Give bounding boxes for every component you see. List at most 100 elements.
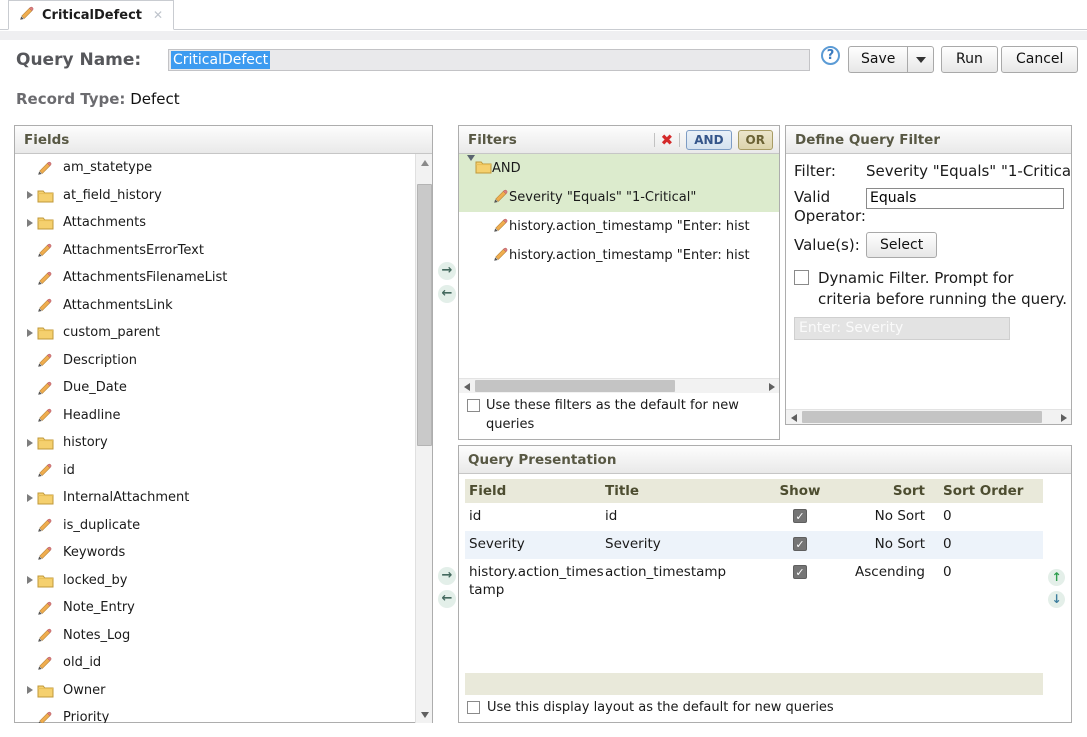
field-label: Headline: [63, 408, 120, 423]
filters-tree-item[interactable]: Severity "Equals" "1-Critical": [459, 183, 779, 212]
cell-field: id: [465, 508, 605, 526]
field-label: Description: [63, 353, 137, 368]
show-checkbox[interactable]: ✓: [793, 565, 807, 579]
fields-tree-item[interactable]: locked_by: [15, 567, 432, 595]
filters-panel: Filters ✖ AND OR ANDSeverity "Equals" "1…: [458, 125, 780, 440]
scrollbar-thumb[interactable]: [802, 411, 1042, 423]
and-button[interactable]: AND: [686, 130, 731, 150]
define-query-filter-panel: Define Query Filter Filter: Severity "Eq…: [785, 125, 1072, 425]
filters-default-checkbox[interactable]: [467, 399, 480, 412]
separator: [654, 133, 655, 147]
scroll-down-icon[interactable]: [416, 706, 432, 723]
add-column-arrow-icon[interactable]: →: [438, 567, 456, 585]
expand-arrow-icon[interactable]: [23, 219, 37, 227]
valid-operator-input[interactable]: [866, 188, 1064, 209]
fields-tree-item[interactable]: Keywords: [15, 539, 432, 567]
fields-tree-item[interactable]: old_id: [15, 649, 432, 677]
layout-default-checkbox[interactable]: [467, 701, 480, 714]
filters-tree-item[interactable]: history.action_timestamp "Enter: hist: [459, 212, 779, 241]
tab-criticaldefect[interactable]: CriticalDefect ✕: [8, 0, 174, 30]
delete-filter-icon[interactable]: ✖: [661, 133, 674, 147]
field-label: Note_Entry: [63, 600, 135, 615]
presentation-table-row[interactable]: SeveritySeverity✓No Sort0: [465, 531, 1043, 559]
scroll-up-icon[interactable]: [416, 154, 432, 171]
fields-scrollbar[interactable]: [415, 154, 432, 723]
scroll-right-icon[interactable]: [764, 379, 779, 394]
define-hscrollbar[interactable]: [786, 409, 1071, 424]
field-label: Notes_Log: [63, 628, 130, 643]
filters-hscrollbar[interactable]: [459, 378, 779, 393]
pencil-icon: [37, 627, 57, 643]
field-label: id: [63, 463, 75, 478]
show-checkbox[interactable]: ✓: [793, 509, 807, 523]
fields-tree-item[interactable]: Notes_Log: [15, 622, 432, 650]
fields-tree-item[interactable]: id: [15, 457, 432, 485]
fields-tree-item[interactable]: history: [15, 429, 432, 457]
pencil-icon: [493, 246, 509, 266]
pencil-icon: [37, 270, 57, 286]
remove-column-arrow-icon[interactable]: ←: [438, 590, 456, 608]
fields-tree-item[interactable]: AttachmentsLink: [15, 292, 432, 320]
scrollbar-thumb[interactable]: [417, 184, 432, 446]
expand-arrow-icon[interactable]: [23, 191, 37, 199]
collapse-arrow-icon[interactable]: [467, 161, 475, 176]
field-label: at_field_history: [63, 188, 162, 203]
fields-tree-item[interactable]: Description: [15, 347, 432, 375]
filter-value: Severity "Equals" "1-Critica: [866, 162, 1071, 181]
fields-tree-item[interactable]: custom_parent: [15, 319, 432, 347]
fields-tree-item[interactable]: Priority: [15, 704, 432, 723]
query-presentation-panel: Query Presentation Field Title Show Sort…: [458, 445, 1072, 723]
fields-tree-item[interactable]: is_duplicate: [15, 512, 432, 540]
presentation-table-row[interactable]: idid✓No Sort0: [465, 503, 1043, 531]
remove-filter-arrow-icon[interactable]: ←: [438, 285, 456, 303]
define-panel-header: Define Query Filter: [786, 126, 1071, 154]
scroll-left-icon[interactable]: [786, 410, 801, 425]
scrollbar-thumb[interactable]: [475, 380, 675, 392]
close-icon[interactable]: ✕: [153, 8, 163, 22]
expand-arrow-icon[interactable]: [23, 439, 37, 447]
field-label: Priority: [63, 710, 109, 723]
fields-tree-item[interactable]: Due_Date: [15, 374, 432, 402]
pencil-icon: [37, 462, 57, 478]
save-dropdown-button[interactable]: [907, 46, 934, 73]
add-filter-arrow-icon[interactable]: →: [438, 262, 456, 280]
fields-tree-item[interactable]: at_field_history: [15, 182, 432, 210]
expand-arrow-icon[interactable]: [23, 686, 37, 694]
fields-tree-item[interactable]: am_statetype: [15, 154, 432, 182]
layout-default-checkbox-label: Use this display layout as the default f…: [487, 700, 834, 715]
fields-tree-item[interactable]: AttachmentsFilenameList: [15, 264, 432, 292]
move-down-icon[interactable]: ↓: [1048, 591, 1065, 608]
fields-tree-item[interactable]: Owner: [15, 677, 432, 705]
save-button[interactable]: Save: [848, 46, 907, 73]
fields-tree-item[interactable]: Attachments: [15, 209, 432, 237]
query-name-input[interactable]: CriticalDefect: [168, 49, 810, 71]
move-up-icon[interactable]: ↑: [1048, 569, 1065, 586]
field-label: custom_parent: [63, 325, 160, 340]
fields-panel-title: Fields: [24, 132, 69, 148]
run-button[interactable]: Run: [941, 46, 998, 73]
filters-tree-item[interactable]: AND: [459, 154, 779, 183]
select-values-button[interactable]: Select: [866, 232, 937, 258]
or-button[interactable]: OR: [738, 130, 773, 150]
fields-tree-item[interactable]: AttachmentsErrorText: [15, 237, 432, 265]
pencil-icon: [37, 160, 57, 176]
expand-arrow-icon[interactable]: [23, 329, 37, 337]
fields-tree-item[interactable]: Headline: [15, 402, 432, 430]
show-checkbox[interactable]: ✓: [793, 537, 807, 551]
fields-tree-item[interactable]: Note_Entry: [15, 594, 432, 622]
separator: [679, 133, 680, 147]
presentation-table-row[interactable]: history.action_timestampaction_timestamp…: [465, 559, 1043, 604]
expand-arrow-icon[interactable]: [23, 494, 37, 502]
scroll-left-icon[interactable]: [459, 379, 474, 394]
cell-field: Severity: [465, 536, 605, 554]
expand-arrow-icon[interactable]: [23, 576, 37, 584]
cancel-button[interactable]: Cancel: [1001, 46, 1078, 73]
fields-tree-item[interactable]: InternalAttachment: [15, 484, 432, 512]
fields-panel-header: Fields: [15, 126, 432, 154]
filters-panel-title: Filters: [468, 132, 517, 148]
filters-tree-item[interactable]: history.action_timestamp "Enter: hist: [459, 241, 779, 270]
help-icon[interactable]: ?: [821, 46, 840, 65]
scroll-right-icon[interactable]: [1056, 410, 1071, 425]
dynamic-filter-checkbox[interactable]: [794, 270, 809, 285]
pencil-icon: [37, 352, 57, 368]
